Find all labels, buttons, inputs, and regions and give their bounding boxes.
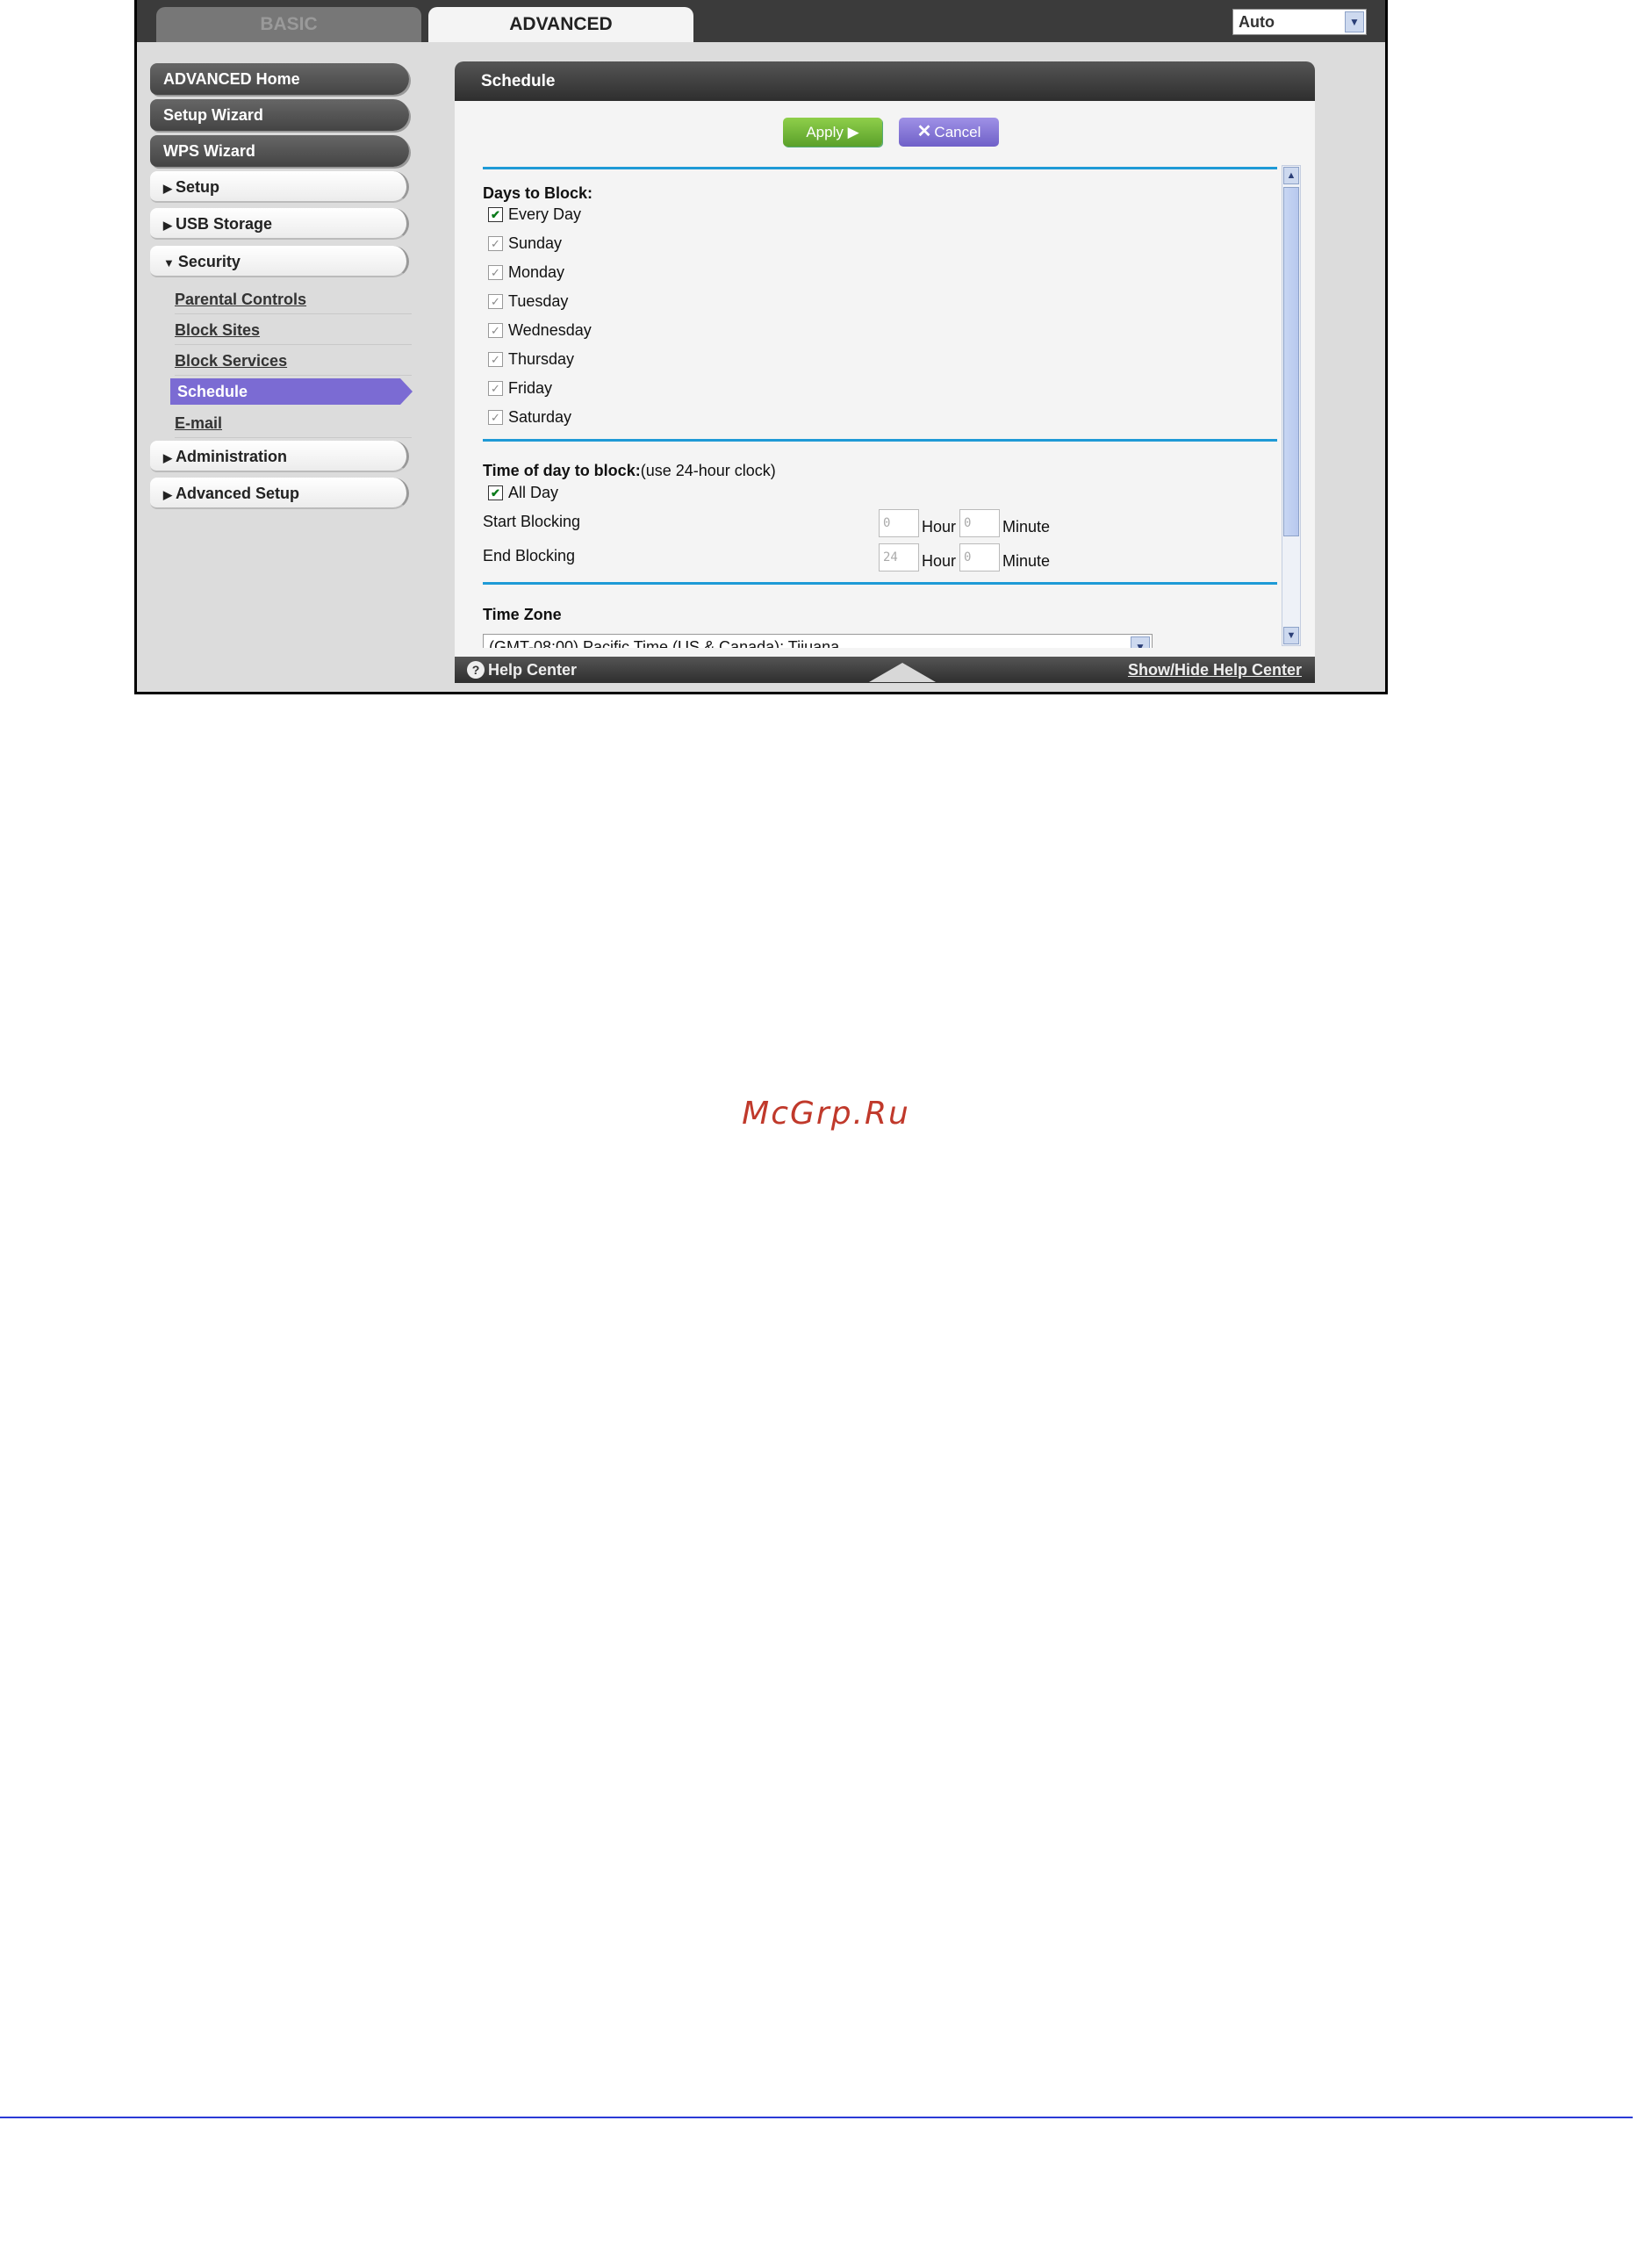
time-heading-note: (use 24-hour clock) [640, 462, 776, 479]
caret-right-icon: ▶ [163, 219, 172, 232]
nav-usb-storage[interactable]: ▶ USB Storage [150, 208, 409, 240]
all-day-label: All Day [508, 484, 559, 501]
day-label: Thursday [508, 350, 575, 368]
nav-parental-controls[interactable]: Parental Controls [175, 284, 412, 314]
page-bottom-rule [0, 2117, 1633, 2118]
minute-unit: Minute [1002, 518, 1051, 536]
day-row-sunday: ✓ Sunday [488, 234, 562, 253]
days-heading: Days to Block: [483, 184, 593, 202]
help-footer-bar: ? Help Center Show/Hide Help Center [455, 657, 1315, 683]
language-select-value: Auto [1239, 13, 1275, 31]
minute-unit: Minute [1002, 552, 1051, 570]
nav-email[interactable]: E-mail [175, 408, 412, 438]
start-minute-input[interactable]: 0 [959, 509, 1000, 537]
tuesday-checkbox: ✓ [488, 294, 503, 309]
cancel-label: Cancel [934, 124, 981, 140]
content-scrollbar[interactable]: ▲ ▼ [1282, 165, 1301, 646]
apply-button[interactable]: Apply ▶ [783, 118, 882, 147]
section-divider [483, 582, 1277, 585]
every-day-checkbox[interactable]: ✔ [488, 207, 503, 222]
nav-setup-wizard[interactable]: Setup Wizard [150, 99, 409, 131]
hour-unit: Hour [922, 552, 957, 570]
nav-setup-label: Setup [176, 178, 220, 196]
thursday-checkbox: ✓ [488, 352, 503, 367]
end-minute-input[interactable]: 0 [959, 543, 1000, 571]
watermark-text: McGrp.Ru [742, 1096, 910, 1132]
end-blocking-label: End Blocking [483, 547, 576, 564]
schedule-form: Days to Block: ✔ Every Day ✓ Sunday ✓ Mo… [483, 167, 1282, 648]
day-row-tuesday: ✓ Tuesday [488, 292, 568, 311]
timezone-select[interactable]: (GMT-08:00) Pacific Time (US & Canada); … [483, 634, 1153, 648]
show-hide-help-link[interactable]: Show/Hide Help Center [1128, 657, 1302, 683]
nav-setup[interactable]: ▶ Setup [150, 171, 409, 203]
nav-block-sites[interactable]: Block Sites [175, 315, 412, 345]
nav-wps-wizard[interactable]: WPS Wizard [150, 135, 409, 167]
top-tab-bar: BASIC ADVANCED Auto ▼ [137, 0, 1385, 42]
day-label: Friday [508, 379, 553, 397]
caret-right-icon: ▶ [163, 488, 172, 501]
help-icon: ? [467, 661, 485, 679]
selected-pointer [400, 378, 413, 405]
day-label: Saturday [508, 408, 572, 426]
wednesday-checkbox: ✓ [488, 323, 503, 338]
every-day-label: Every Day [508, 205, 582, 223]
every-day-row[interactable]: ✔ Every Day [488, 205, 581, 224]
nav-advanced-setup[interactable]: ▶ Advanced Setup [150, 478, 409, 509]
close-icon: ✕ [916, 122, 932, 141]
timezone-value: (GMT-08:00) Pacific Time (US & Canada); … [489, 638, 840, 648]
help-center-link[interactable]: ? Help Center [467, 657, 577, 683]
nav-security-label: Security [177, 253, 241, 270]
expand-up-icon[interactable] [869, 663, 936, 682]
nav-advanced-home[interactable]: ADVANCED Home [150, 63, 409, 95]
nav-administration[interactable]: ▶ Administration [150, 441, 409, 472]
caret-right-icon: ▶ [163, 451, 172, 464]
sunday-checkbox: ✓ [488, 236, 503, 251]
nav-schedule-selected[interactable]: Schedule [170, 378, 400, 405]
day-label: Tuesday [508, 292, 569, 310]
all-day-checkbox[interactable]: ✔ [488, 485, 503, 500]
language-select[interactable]: Auto ▼ [1232, 9, 1367, 35]
time-heading-label: Time of day to block: [483, 462, 641, 479]
hour-unit: Hour [922, 518, 957, 536]
start-hour-input[interactable]: 0 [879, 509, 919, 537]
day-row-monday: ✓ Monday [488, 263, 564, 282]
caret-down-icon: ▼ [163, 256, 175, 270]
nav-administration-label: Administration [176, 448, 288, 465]
nav-advanced-setup-label: Advanced Setup [176, 485, 300, 502]
day-row-saturday: ✓ Saturday [488, 408, 571, 427]
caret-right-icon: ▶ [163, 182, 172, 195]
panel-title: Schedule [455, 61, 1315, 101]
day-label: Sunday [508, 234, 563, 252]
tab-advanced[interactable]: ADVANCED [428, 7, 693, 42]
schedule-panel: Schedule Apply ▶ ✕ Cancel Days to Block: … [455, 61, 1315, 683]
time-heading: Time of day to block:(use 24-hour clock) [483, 462, 776, 480]
day-label: Monday [508, 263, 565, 281]
saturday-checkbox: ✓ [488, 410, 503, 425]
start-blocking-label: Start Blocking [483, 513, 581, 530]
nav-security[interactable]: ▼ Security [150, 246, 409, 277]
chevron-down-icon: ▼ [1131, 636, 1150, 648]
day-row-friday: ✓ Friday [488, 379, 552, 398]
day-row-wednesday: ✓ Wednesday [488, 321, 592, 340]
section-divider [483, 439, 1277, 442]
scroll-thumb[interactable] [1283, 187, 1299, 536]
end-hour-input[interactable]: 24 [879, 543, 919, 571]
day-label: Wednesday [508, 321, 592, 339]
day-row-thursday: ✓ Thursday [488, 350, 574, 369]
cancel-button[interactable]: ✕ Cancel [899, 118, 999, 147]
scroll-up-icon[interactable]: ▲ [1283, 167, 1299, 184]
friday-checkbox: ✓ [488, 381, 503, 396]
nav-usb-storage-label: USB Storage [176, 215, 273, 233]
chevron-down-icon: ▼ [1345, 11, 1364, 32]
help-center-label: Help Center [488, 661, 578, 679]
timezone-heading: Time Zone [483, 606, 562, 623]
scroll-down-icon[interactable]: ▼ [1283, 627, 1299, 644]
section-divider [483, 167, 1277, 169]
tab-basic[interactable]: BASIC [156, 7, 421, 42]
monday-checkbox: ✓ [488, 265, 503, 280]
nav-block-services[interactable]: Block Services [175, 346, 412, 376]
router-admin-screenshot: BASIC ADVANCED Auto ▼ ADVANCED Home Setu… [134, 0, 1388, 694]
all-day-row[interactable]: ✔ All Day [488, 484, 558, 502]
